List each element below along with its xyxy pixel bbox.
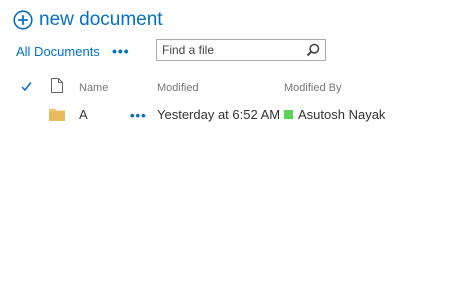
item-modified-date: Yesterday at 6:52 AM (157, 107, 281, 122)
file-type-header-icon (51, 78, 63, 93)
add-circle-icon (13, 10, 33, 30)
folder-icon (49, 109, 65, 121)
view-more-button[interactable]: ••• (112, 44, 130, 58)
item-more-button[interactable]: ••• (130, 109, 147, 122)
column-header-modified-by[interactable]: Modified By (284, 82, 341, 94)
item-name-link[interactable]: A (79, 107, 88, 122)
select-all-check-icon[interactable] (21, 81, 32, 92)
search-box (156, 39, 326, 61)
search-icon[interactable] (306, 43, 320, 57)
new-document-label: new document (39, 9, 163, 30)
item-modified-by-link[interactable]: Asutosh Nayak (298, 107, 385, 122)
search-input[interactable] (157, 43, 302, 57)
document-library: new document All Documents ••• Name Modi… (0, 0, 474, 300)
presence-status-icon (284, 110, 293, 119)
new-document-button[interactable]: new document (13, 9, 163, 31)
view-selector-all-documents[interactable]: All Documents (16, 44, 100, 59)
column-header-name[interactable]: Name (79, 82, 108, 94)
column-header-modified[interactable]: Modified (157, 82, 199, 94)
